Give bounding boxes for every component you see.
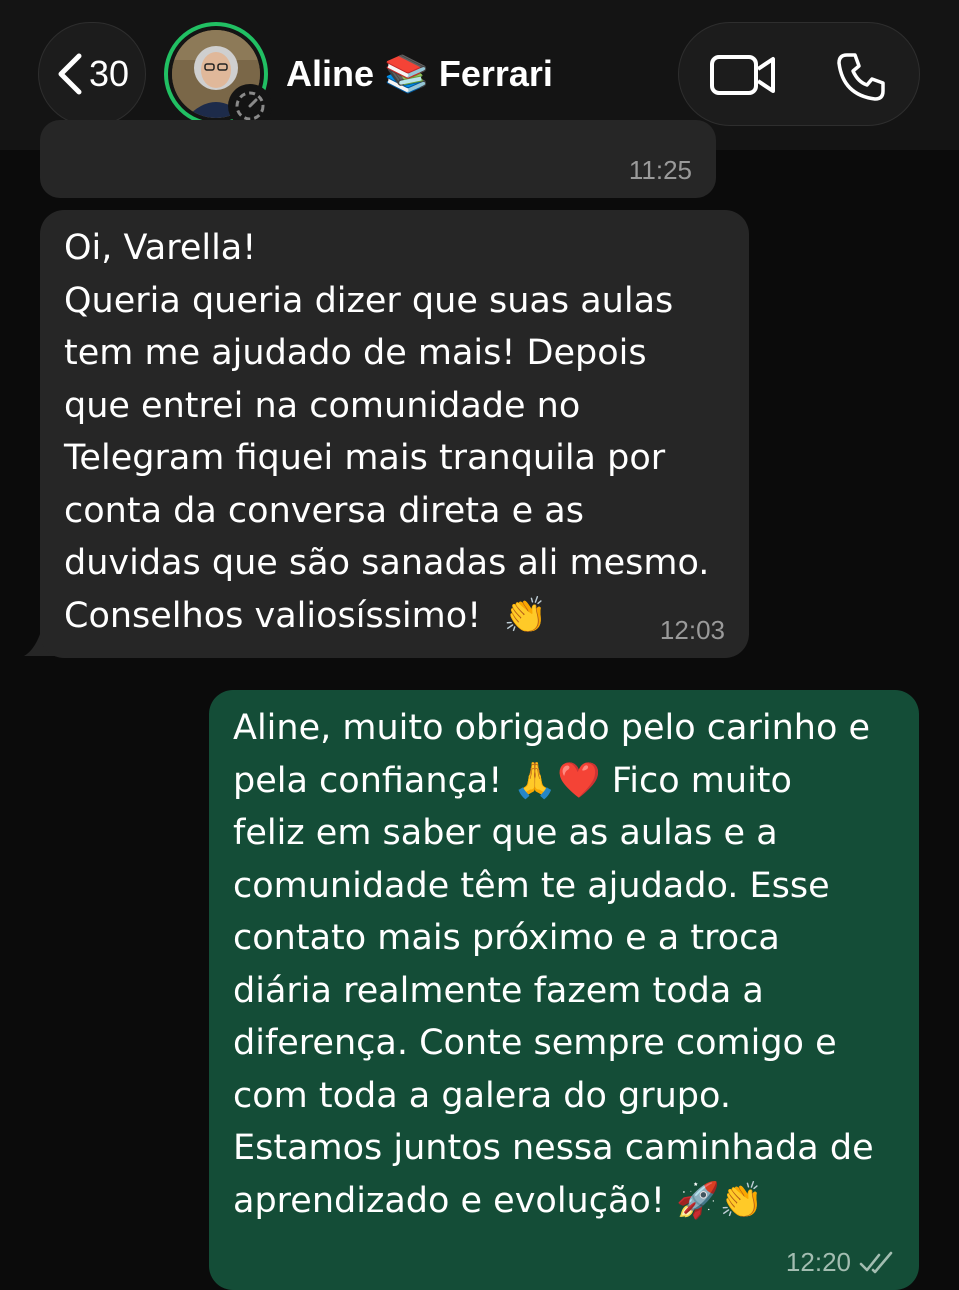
call-actions	[678, 22, 920, 126]
message-list[interactable]: 11:25 Oi, Varella! Queria queria dizer q…	[0, 120, 959, 1290]
message-meta: 12:20	[786, 1247, 895, 1278]
video-call-button[interactable]	[709, 53, 777, 97]
message-text: Oi, Varella! Queria queria dizer que sua…	[64, 228, 710, 636]
double-check-icon	[859, 1251, 893, 1273]
message-time: 12:03	[659, 615, 725, 645]
contact-name[interactable]: Aline 📚 Ferrari	[286, 52, 553, 96]
chevron-left-icon	[58, 53, 82, 95]
message-bubble-incoming[interactable]: Oi, Varella! Queria queria dizer que sua…	[40, 210, 749, 658]
unread-count: 30	[88, 53, 130, 94]
message-bubble-previous[interactable]: 11:25	[40, 120, 716, 198]
voice-call-button[interactable]	[835, 51, 887, 103]
message-bubble-outgoing[interactable]: Aline, muito obrigado pelo carinho e pel…	[209, 690, 919, 1290]
video-camera-icon	[710, 55, 775, 95]
message-time: 11:25	[628, 155, 692, 185]
message-text: Aline, muito obrigado pelo carinho e pel…	[233, 708, 874, 1221]
back-button[interactable]: 30	[38, 22, 146, 126]
phone-icon	[837, 53, 885, 101]
message-time: 12:20	[785, 1247, 851, 1277]
